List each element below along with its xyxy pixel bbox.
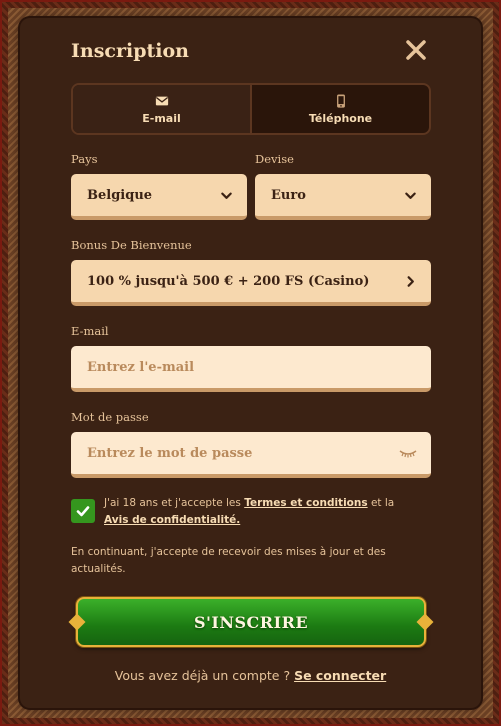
signup-method-tabs: E-mail Téléphone xyxy=(71,83,431,135)
terms-text: J'ai 18 ans et j'accepte les Termes et c… xyxy=(104,495,404,529)
password-label: Mot de passe xyxy=(71,410,149,424)
phone-icon xyxy=(336,93,345,108)
gem-ornament-right xyxy=(416,613,434,631)
check-icon xyxy=(76,506,90,517)
terms-link[interactable]: Termes et conditions xyxy=(244,497,367,509)
password-field-wrapper xyxy=(71,432,431,478)
close-button[interactable] xyxy=(404,38,428,62)
currency-label: Devise xyxy=(255,152,294,166)
country-select[interactable]: Belgique xyxy=(71,174,247,220)
password-field[interactable] xyxy=(87,445,399,461)
tab-phone-label: Téléphone xyxy=(308,111,373,125)
email-label: E-mail xyxy=(71,324,109,338)
terms-middle: et la xyxy=(367,497,395,509)
eye-closed-icon[interactable] xyxy=(399,447,417,459)
currency-value: Euro xyxy=(271,187,306,203)
email-field[interactable] xyxy=(87,359,417,375)
currency-select[interactable]: Euro xyxy=(255,174,431,220)
signup-modal: Inscription E-mail Téléphone Pays Devise… xyxy=(20,18,481,708)
email-field-wrapper xyxy=(71,346,431,392)
tab-phone[interactable]: Téléphone xyxy=(252,85,429,133)
modal-title: Inscription xyxy=(71,40,189,62)
tab-email[interactable]: E-mail xyxy=(73,85,252,133)
chevron-down-icon xyxy=(221,192,232,199)
privacy-link[interactable]: Avis de confidentialité. xyxy=(104,514,240,526)
terms-prefix: J'ai 18 ans et j'accepte les xyxy=(104,497,245,509)
login-link[interactable]: Se connecter xyxy=(294,668,386,683)
bonus-value: 100 % jusqu'à 500 € + 200 FS (Casino) xyxy=(87,273,370,289)
country-value: Belgique xyxy=(87,187,153,203)
chevron-right-icon xyxy=(407,275,414,287)
login-prompt-text: Vous avez déjà un compte ? xyxy=(114,668,295,683)
terms-checkbox[interactable] xyxy=(71,499,95,523)
bonus-label: Bonus De Bienvenue xyxy=(71,238,192,252)
tab-email-label: E-mail xyxy=(142,111,181,125)
gem-ornament-left xyxy=(68,613,86,631)
country-label: Pays xyxy=(71,152,98,166)
chevron-down-icon xyxy=(405,192,416,199)
signup-button-label: S'INSCRIRE xyxy=(193,612,309,632)
bonus-select[interactable]: 100 % jusqu'à 500 € + 200 FS (Casino) xyxy=(71,260,431,306)
updates-consent-text: En continuant, j'accepte de recevoir des… xyxy=(71,546,386,575)
envelope-icon xyxy=(155,96,168,105)
close-icon xyxy=(406,40,426,60)
login-prompt: Vous avez déjà un compte ? Se connecter xyxy=(20,668,481,683)
signup-button[interactable]: S'INSCRIRE xyxy=(68,597,434,647)
